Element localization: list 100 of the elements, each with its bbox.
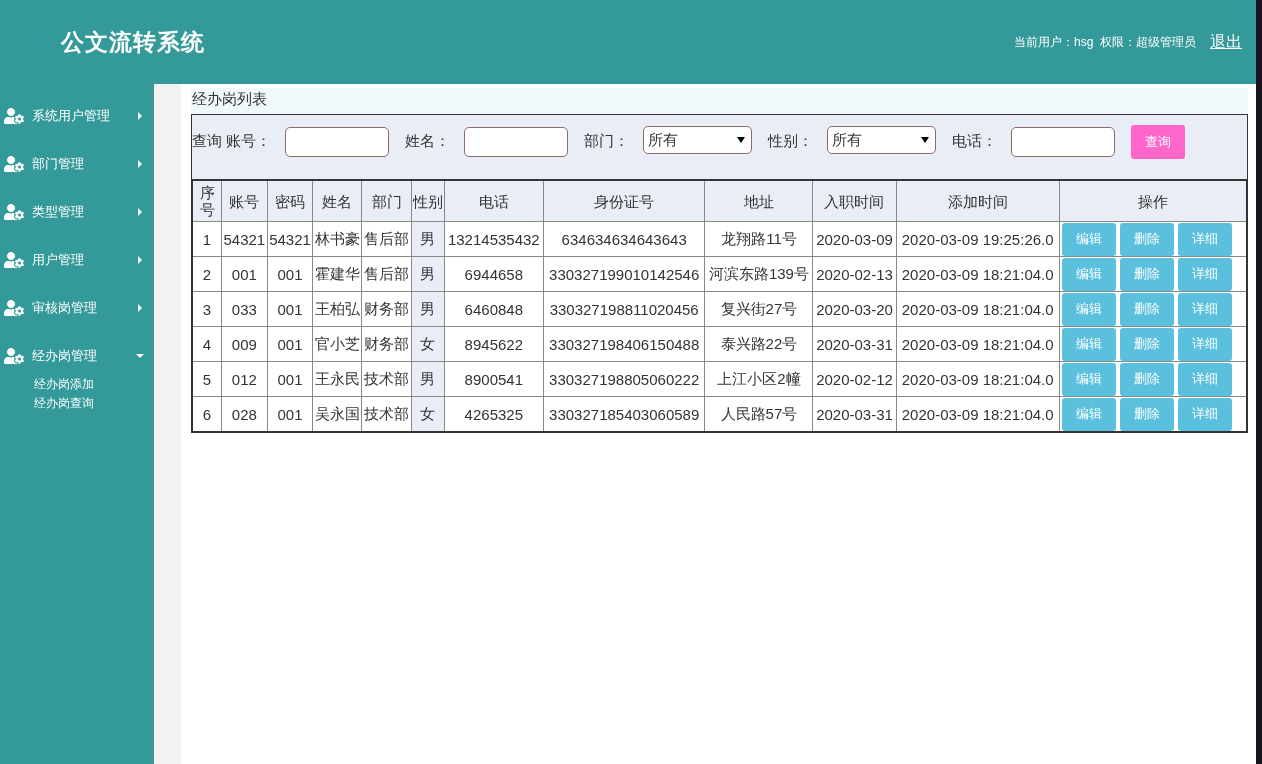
table-cell: 2020-03-09 18:21:04.0 — [896, 291, 1060, 327]
table-cell: 330327198805060222 — [543, 361, 705, 397]
table-cell: 1 — [192, 221, 222, 257]
table-cell: 上江小区2幢 — [704, 361, 813, 397]
table-cell: 330327198406150488 — [543, 326, 705, 362]
field-label: 部门： — [584, 131, 629, 151]
table-cell: 吴永国 — [312, 396, 362, 432]
user-gear-icon — [4, 154, 24, 174]
action-button[interactable]: 编辑 — [1061, 397, 1116, 431]
caret-icon — [136, 160, 144, 168]
select-field[interactable]: 所有 — [827, 126, 936, 154]
table-cell: 2020-03-09 18:21:04.0 — [896, 326, 1060, 362]
table-cell: 官小芝 — [312, 326, 362, 362]
sidebar-item[interactable]: 类型管理 — [0, 188, 154, 236]
column-header: 添加时间 — [896, 180, 1060, 222]
table-cell: 2020-03-31 — [812, 326, 897, 362]
user-gear-icon — [4, 346, 24, 366]
action-button[interactable]: 详细 — [1177, 397, 1232, 431]
table-cell: 009 — [221, 326, 268, 362]
table-cell: 033 — [221, 291, 268, 327]
caret-icon — [136, 112, 144, 120]
table-cell: 330327199010142546 — [543, 256, 705, 292]
table-cell: 泰兴路22号 — [704, 326, 813, 362]
column-header: 部门 — [361, 180, 412, 222]
action-button[interactable]: 删除 — [1119, 292, 1174, 326]
action-button[interactable]: 删除 — [1119, 327, 1174, 361]
input-field[interactable] — [285, 127, 389, 157]
table-cell: 2020-03-20 — [812, 291, 897, 327]
select-field[interactable]: 所有 — [643, 126, 752, 154]
column-header: 性别 — [411, 180, 445, 222]
sidebar-item[interactable]: 用户管理 — [0, 236, 154, 284]
caret-icon — [136, 208, 144, 216]
user-gear-icon — [4, 202, 24, 222]
logout-link[interactable]: 退出 — [1210, 31, 1242, 53]
column-header: 序号 — [192, 180, 222, 222]
table-cell: 2 — [192, 256, 222, 292]
table-cell: 技术部 — [361, 396, 412, 432]
filter-label: 查询 — [192, 131, 222, 151]
table-cell: 001 — [267, 361, 313, 397]
table-cell: 3 — [192, 291, 222, 327]
action-button[interactable]: 详细 — [1177, 222, 1232, 256]
table-cell: 8900541 — [444, 361, 544, 397]
column-header: 姓名 — [312, 180, 362, 222]
action-button[interactable]: 删除 — [1119, 257, 1174, 291]
column-header: 地址 — [704, 180, 813, 222]
table-cell: 售后部 — [361, 256, 412, 292]
table-cell: 4265325 — [444, 396, 544, 432]
table-cell: 2020-03-09 18:21:04.0 — [896, 256, 1060, 292]
table-cell: 2020-02-12 — [812, 361, 897, 397]
action-button[interactable]: 详细 — [1177, 327, 1232, 361]
table-cell: 霍建华 — [312, 256, 362, 292]
action-button[interactable]: 详细 — [1177, 292, 1232, 326]
table-cell: 2020-03-09 18:21:04.0 — [896, 396, 1060, 432]
table-cell: 4 — [192, 326, 222, 362]
action-button[interactable]: 删除 — [1119, 222, 1174, 256]
sidebar-item[interactable]: 系统用户管理 — [0, 92, 154, 140]
table-cell: 河滨东路139号 — [704, 256, 813, 292]
table-cell: 13214535432 — [444, 221, 544, 257]
table-cell: 林书豪 — [312, 221, 362, 257]
table-cell: 人民路57号 — [704, 396, 813, 432]
sidebar-item[interactable]: 部门管理 — [0, 140, 154, 188]
table-cell: 8945622 — [444, 326, 544, 362]
search-button[interactable]: 查询 — [1131, 125, 1185, 159]
table-cell: 王永民 — [312, 361, 362, 397]
action-button[interactable]: 编辑 — [1061, 362, 1116, 396]
submenu-link[interactable]: 经办岗添加 — [34, 376, 154, 393]
action-button[interactable]: 编辑 — [1061, 327, 1116, 361]
sidebar-item[interactable]: 审核岗管理 — [0, 284, 154, 332]
action-button[interactable]: 删除 — [1119, 397, 1174, 431]
action-button[interactable]: 详细 — [1177, 362, 1232, 396]
user-gear-icon — [4, 106, 24, 126]
input-field[interactable] — [1011, 127, 1115, 157]
table-cell: 5 — [192, 361, 222, 397]
table-cell: 028 — [221, 396, 268, 432]
table-cell: 634634634643643 — [543, 221, 705, 257]
table-cell: 6460848 — [444, 291, 544, 327]
table-cell: 2020-02-13 — [812, 256, 897, 292]
column-header: 密码 — [267, 180, 313, 222]
action-button[interactable]: 编辑 — [1061, 257, 1116, 291]
table-cell: 54321 — [221, 221, 268, 257]
action-button[interactable]: 删除 — [1119, 362, 1174, 396]
caret-icon — [136, 304, 144, 312]
column-header: 操作 — [1059, 180, 1247, 222]
dropdown-arrow-icon — [737, 137, 745, 143]
submenu-link[interactable]: 经办岗查询 — [34, 395, 154, 412]
user-info: 当前用户：hsg 权限：超级管理员 — [1014, 33, 1196, 51]
input-field[interactable] — [464, 127, 568, 157]
column-header: 电话 — [444, 180, 544, 222]
caret-icon — [136, 352, 144, 360]
table-cell: 001 — [267, 326, 313, 362]
action-button[interactable]: 编辑 — [1061, 292, 1116, 326]
dropdown-arrow-icon — [921, 137, 929, 143]
table-cell: 54321 — [267, 221, 313, 257]
action-button[interactable]: 详细 — [1177, 257, 1232, 291]
action-button[interactable]: 编辑 — [1061, 222, 1116, 256]
table-cell: 龙翔路11号 — [704, 221, 813, 257]
table-cell: 2020-03-09 18:21:04.0 — [896, 361, 1060, 397]
table-cell: 2020-03-09 — [812, 221, 897, 257]
column-header: 入职时间 — [812, 180, 897, 222]
field-label: 性别： — [768, 131, 813, 151]
